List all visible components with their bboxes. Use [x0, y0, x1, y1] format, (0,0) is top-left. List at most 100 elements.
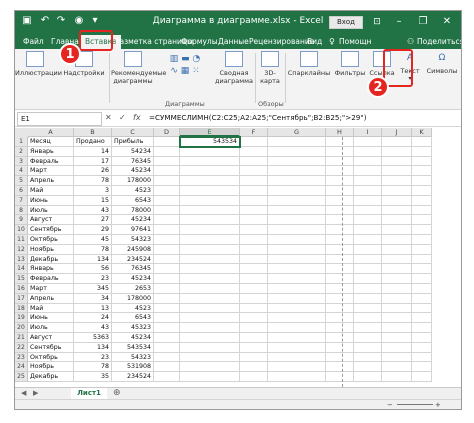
profit-cell[interactable]: 45234: [112, 215, 154, 226]
cell[interactable]: [412, 235, 432, 245]
cell[interactable]: [354, 215, 382, 226]
cell[interactable]: [180, 342, 240, 353]
month-cell[interactable]: Ноябрь: [28, 244, 74, 255]
cell[interactable]: [180, 235, 240, 245]
cell[interactable]: [268, 323, 326, 333]
cell[interactable]: [412, 137, 432, 147]
cell[interactable]: [240, 195, 268, 206]
cell[interactable]: [326, 352, 354, 363]
row-header[interactable]: 18: [15, 303, 28, 314]
cell[interactable]: [354, 264, 382, 275]
column-header-j[interactable]: J: [382, 128, 412, 137]
cell[interactable]: [354, 293, 382, 304]
cell[interactable]: [154, 303, 180, 314]
cell[interactable]: [412, 313, 432, 324]
cell[interactable]: [354, 244, 382, 255]
cell[interactable]: [354, 313, 382, 324]
month-cell[interactable]: Март: [28, 284, 74, 294]
cell[interactable]: [354, 146, 382, 157]
cell[interactable]: [240, 176, 268, 186]
cell[interactable]: [180, 313, 240, 324]
row-header[interactable]: 5: [15, 176, 28, 186]
lightbulb-icon[interactable]: ♀: [329, 35, 335, 49]
cell[interactable]: [382, 166, 412, 177]
cell[interactable]: [154, 274, 180, 284]
cell[interactable]: [326, 362, 354, 373]
symbols-button[interactable]: Ω Символы: [425, 51, 459, 75]
cell[interactable]: [382, 186, 412, 196]
sold-cell[interactable]: 13: [74, 303, 112, 314]
cell[interactable]: [412, 166, 432, 177]
cell[interactable]: [240, 284, 268, 294]
cell[interactable]: [412, 156, 432, 167]
cell[interactable]: [412, 264, 432, 275]
cell[interactable]: [240, 333, 268, 343]
result-cell-e1[interactable]: 543534: [180, 137, 240, 147]
cell[interactable]: [268, 333, 326, 343]
cell[interactable]: [412, 254, 432, 265]
profit-cell[interactable]: 2653: [112, 284, 154, 294]
profit-cell[interactable]: 178000: [112, 293, 154, 304]
cell[interactable]: [154, 235, 180, 245]
cell[interactable]: [382, 313, 412, 324]
cell[interactable]: [180, 303, 240, 314]
cell[interactable]: [240, 146, 268, 157]
sold-cell[interactable]: 78: [74, 362, 112, 373]
cell[interactable]: [180, 362, 240, 373]
profit-cell[interactable]: 97641: [112, 225, 154, 235]
month-cell[interactable]: Январь: [28, 264, 74, 275]
cell[interactable]: [154, 313, 180, 324]
column-header-g[interactable]: G: [268, 128, 326, 137]
cell[interactable]: [154, 362, 180, 373]
profit-cell[interactable]: 178000: [112, 176, 154, 186]
row-header[interactable]: 20: [15, 323, 28, 333]
cell[interactable]: [326, 195, 354, 206]
cell[interactable]: [412, 225, 432, 235]
insert-function-button[interactable]: fx: [133, 112, 141, 124]
next-sheet-icon[interactable]: ▶: [33, 388, 38, 399]
cell[interactable]: [240, 293, 268, 304]
cell[interactable]: [382, 176, 412, 186]
profit-cell[interactable]: 543534: [112, 342, 154, 353]
column-header-b[interactable]: B: [74, 128, 112, 137]
column-header-i[interactable]: I: [354, 128, 382, 137]
cell[interactable]: [326, 254, 354, 265]
month-cell[interactable]: Декабрь: [28, 372, 74, 382]
cell[interactable]: [268, 205, 326, 216]
cell[interactable]: [240, 352, 268, 363]
cell[interactable]: [326, 264, 354, 275]
row-header[interactable]: 25: [15, 372, 28, 382]
month-cell[interactable]: Май: [28, 303, 74, 314]
cell[interactable]: [326, 146, 354, 157]
sold-cell[interactable]: 78: [74, 244, 112, 255]
month-cell[interactable]: Июнь: [28, 195, 74, 206]
cell[interactable]: [180, 225, 240, 235]
tab-review[interactable]: Рецензирование: [249, 35, 314, 49]
cell[interactable]: [326, 323, 354, 333]
row-header[interactable]: 10: [15, 225, 28, 235]
cell[interactable]: [180, 176, 240, 186]
column-header-f[interactable]: F: [240, 128, 268, 137]
cell[interactable]: [180, 254, 240, 265]
cell[interactable]: [180, 195, 240, 206]
cell[interactable]: [180, 323, 240, 333]
month-cell[interactable]: Май: [28, 186, 74, 196]
sold-cell[interactable]: 23: [74, 352, 112, 363]
cell[interactable]: [154, 225, 180, 235]
cell[interactable]: [412, 284, 432, 294]
cell[interactable]: [268, 352, 326, 363]
month-cell[interactable]: Февраль: [28, 274, 74, 284]
cell[interactable]: [326, 166, 354, 177]
profit-cell[interactable]: 45234: [112, 274, 154, 284]
cell[interactable]: [382, 352, 412, 363]
sold-cell[interactable]: 345: [74, 284, 112, 294]
sold-cell[interactable]: 17: [74, 156, 112, 167]
cancel-entry-icon[interactable]: ✕: [105, 112, 112, 124]
cell[interactable]: [154, 244, 180, 255]
row-header[interactable]: 11: [15, 235, 28, 245]
cell[interactable]: [354, 205, 382, 216]
cell[interactable]: [354, 254, 382, 265]
cell[interactable]: [180, 156, 240, 167]
cell[interactable]: [412, 352, 432, 363]
cell[interactable]: [154, 156, 180, 167]
